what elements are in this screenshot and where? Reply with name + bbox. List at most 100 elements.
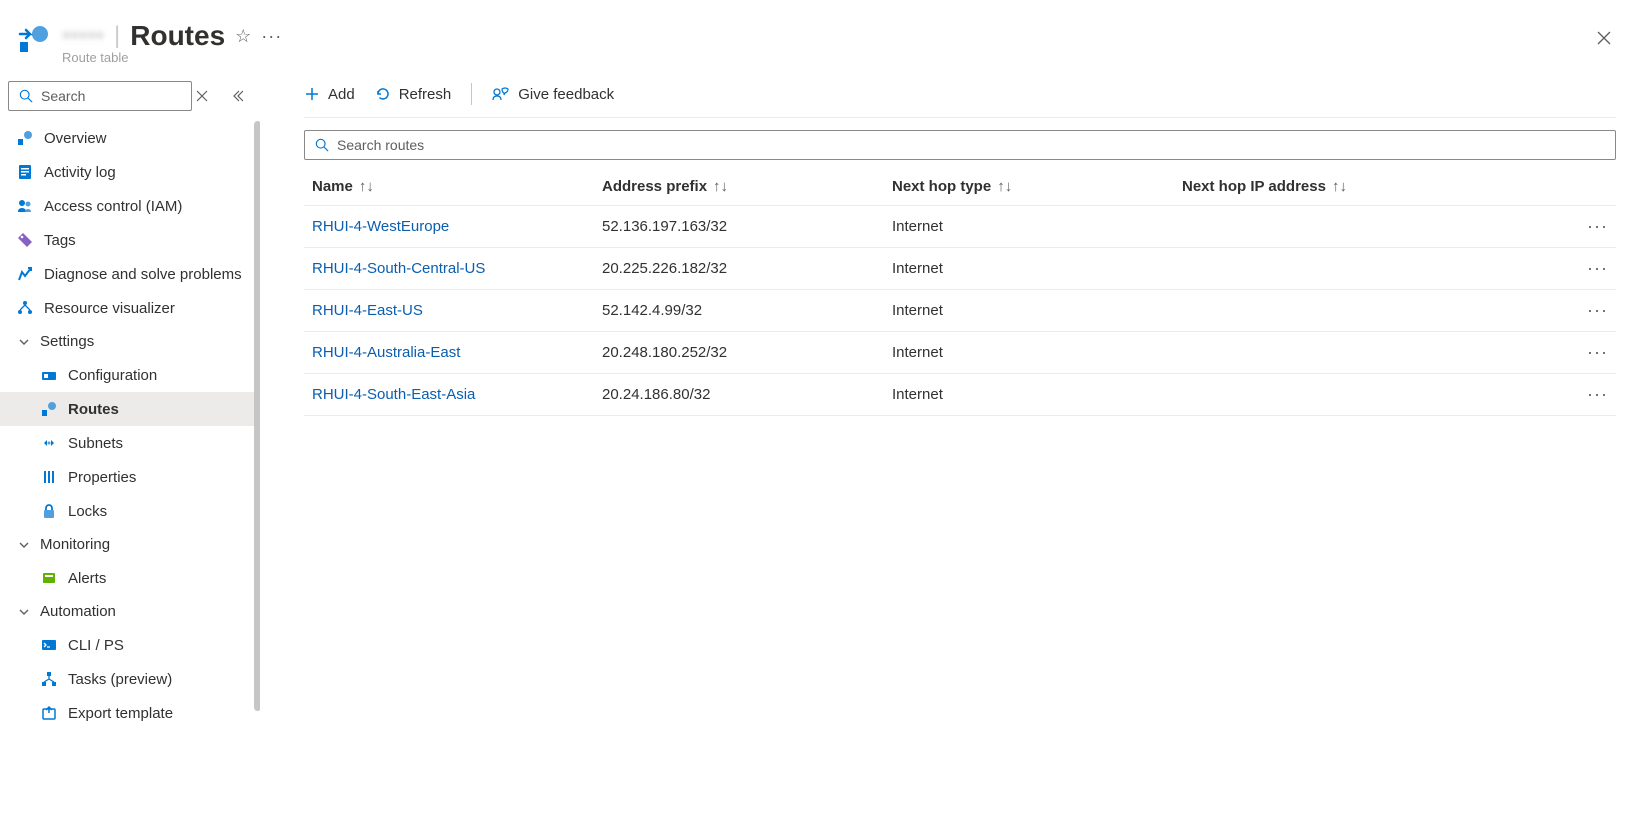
sort-icon: ↑↓ [1332,178,1347,195]
col-next-hop-type[interactable]: Next hop type ↑↓ [892,178,1182,195]
sidebar-item-configuration[interactable]: Configuration [0,358,260,392]
sidebar-section-settings[interactable]: Settings [0,325,260,358]
chevron-down-icon [16,336,32,348]
main-content: Add Refresh Give feedback [260,75,1640,839]
cell-address-prefix: 20.24.186.80/32 [602,386,892,403]
toolbtn-label: Refresh [399,86,452,103]
sidebar-item-overview[interactable]: Overview [0,121,260,155]
toolbtn-label: Add [328,86,355,103]
routes-search-input[interactable] [337,137,1605,153]
sidebar: Overview Activity log Access control (IA… [0,75,260,839]
sidebar-list: Overview Activity log Access control (IA… [0,121,260,839]
sidebar-item-cli-ps[interactable]: CLI / PS [0,628,260,662]
col-next-hop-ip[interactable]: Next hop IP address ↑↓ [1182,178,1558,195]
sidebar-item-export-template[interactable]: Export template [0,696,260,730]
sidebar-item-label: Overview [44,130,107,147]
route-name-link[interactable]: RHUI-4-South-Central-US [312,260,485,277]
cli-icon [40,636,58,654]
toolbtn-label: Give feedback [518,86,614,103]
sidebar-item-activity-log[interactable]: Activity log [0,155,260,189]
row-more-actions-icon[interactable]: ··· [1558,342,1608,363]
sort-icon: ↑↓ [997,178,1012,195]
sidebar-section-label: Automation [40,603,116,620]
sidebar-item-label: Routes [68,401,119,418]
sidebar-item-tasks[interactable]: Tasks (preview) [0,662,260,696]
row-more-actions-icon[interactable]: ··· [1558,300,1608,321]
overview-icon [16,129,34,147]
sidebar-item-label: Alerts [68,570,106,587]
more-actions-icon[interactable]: ··· [261,26,282,47]
toolbar: Add Refresh Give feedback [304,79,1616,118]
clear-search-icon[interactable] [196,90,220,102]
add-button[interactable]: Add [304,86,355,103]
table-row: RHUI-4-South-Central-US 20.225.226.182/32… [304,248,1616,290]
sidebar-section-label: Settings [40,333,94,350]
sidebar-section-monitoring[interactable]: Monitoring [0,528,260,561]
subnets-icon [40,434,58,452]
sidebar-item-label: Properties [68,469,136,486]
sidebar-item-alerts[interactable]: Alerts [0,561,260,595]
sidebar-search[interactable] [8,81,192,111]
resource-type-label: Route table [62,50,282,65]
sidebar-item-diagnose[interactable]: Diagnose and solve problems [0,257,260,291]
search-icon [315,138,329,152]
routes-search[interactable] [304,130,1616,160]
row-more-actions-icon[interactable]: ··· [1558,384,1608,405]
route-name-link[interactable]: RHUI-4-East-US [312,302,423,319]
sidebar-item-properties[interactable]: Properties [0,460,260,494]
table-row: RHUI-4-South-East-Asia 20.24.186.80/32Int… [304,374,1616,416]
cell-next-hop-type: Internet [892,344,1182,361]
properties-icon [40,468,58,486]
route-name-link[interactable]: RHUI-4-Australia-East [312,344,460,361]
collapse-sidebar-icon[interactable] [224,89,252,103]
export-template-icon [40,704,58,722]
col-label: Next hop type [892,178,991,195]
close-blade-button[interactable] [1590,24,1618,52]
sidebar-item-tags[interactable]: Tags [0,223,260,257]
tasks-icon [40,670,58,688]
cell-address-prefix: 20.248.180.252/32 [602,344,892,361]
sidebar-item-subnets[interactable]: Subnets [0,426,260,460]
sidebar-item-label: Locks [68,503,107,520]
refresh-button[interactable]: Refresh [375,86,452,103]
col-name[interactable]: Name ↑↓ [312,178,602,195]
cell-next-hop-type: Internet [892,302,1182,319]
cell-next-hop-type: Internet [892,386,1182,403]
sidebar-item-label: Export template [68,705,173,722]
refresh-icon [375,86,391,102]
routes-icon [40,400,58,418]
iam-icon [16,197,34,215]
alerts-icon [40,569,58,587]
routes-table: Name ↑↓ Address prefix ↑↓ Next hop type … [304,168,1616,416]
title-block: ••••• | Routes ☆ ··· Route table [62,20,282,65]
sidebar-item-locks[interactable]: Locks [0,494,260,528]
sidebar-item-label: Resource visualizer [44,300,175,317]
route-name-link[interactable]: RHUI-4-WestEurope [312,218,449,235]
sidebar-item-label: Configuration [68,367,157,384]
page-title: Routes [130,20,225,52]
configuration-icon [40,366,58,384]
col-address-prefix[interactable]: Address prefix ↑↓ [602,178,892,195]
chevron-down-icon [16,539,32,551]
row-more-actions-icon[interactable]: ··· [1558,258,1608,279]
resource-visualizer-icon [16,299,34,317]
sidebar-item-resource-visualizer[interactable]: Resource visualizer [0,291,260,325]
sidebar-search-input[interactable] [41,88,183,104]
row-more-actions-icon[interactable]: ··· [1558,216,1608,237]
diagnose-icon [16,265,34,283]
favorite-star-icon[interactable]: ☆ [235,26,251,47]
activity-log-icon [16,163,34,181]
give-feedback-button[interactable]: Give feedback [492,86,614,103]
sidebar-item-routes[interactable]: Routes [0,392,260,426]
sidebar-item-iam[interactable]: Access control (IAM) [0,189,260,223]
col-label: Address prefix [602,178,707,195]
col-label: Name [312,178,353,195]
sidebar-item-label: Activity log [44,164,116,181]
route-name-link[interactable]: RHUI-4-South-East-Asia [312,386,475,403]
search-icon [17,87,35,105]
sidebar-section-automation[interactable]: Automation [0,595,260,628]
sort-icon: ↑↓ [359,178,374,195]
table-header: Name ↑↓ Address prefix ↑↓ Next hop type … [304,168,1616,206]
sidebar-scrollbar[interactable] [254,121,260,711]
cell-address-prefix: 20.225.226.182/32 [602,260,892,277]
